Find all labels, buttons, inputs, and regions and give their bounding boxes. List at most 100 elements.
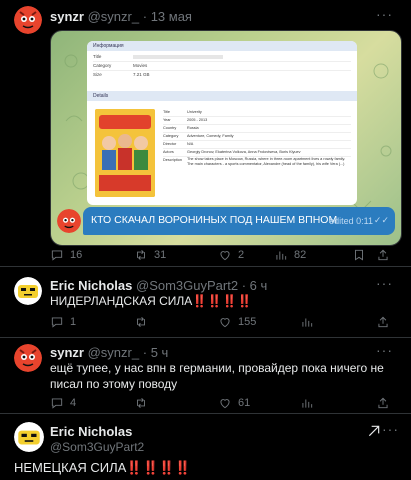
info-row: Title [93,53,351,62]
telegram-message-bubble: КТО СКАЧАЛ ВОРОНИНЫХ ПОД НАШЕМ ВПНОМ edi… [83,207,395,235]
tweet-2[interactable]: Eric Nicholas @Som3GuyPart2 · 6 ч ··· НИ… [0,267,411,337]
more-icon[interactable]: ··· [376,342,393,358]
views-button[interactable] [300,396,314,410]
details-value: Adventure, Comedy, Family [187,134,234,138]
details-table: Title Univerity Year 2005 - 2013 Country… [163,109,351,167]
details-key: Country [163,126,177,130]
info-row: Category Movies [93,62,351,71]
tweet-3[interactable]: synzr @synzr_ · 5 ч ··· ещё тупее, у нас… [0,338,411,412]
info-value: Movies [133,63,148,68]
retweet-button[interactable] [134,396,148,410]
secondary-actions [352,248,390,262]
author-name[interactable]: synzr [50,345,84,360]
retweet-icon [137,250,145,260]
info-card-header: Информация [87,41,357,51]
details-value: Univerity [187,110,202,114]
details-key: Title [163,110,171,114]
retweet-button[interactable]: 31 [134,248,166,262]
author-name[interactable]: synzr [50,9,84,24]
poster-image [95,109,155,197]
details-row: Title Univerity [163,109,351,117]
author-name[interactable]: Eric Nicholas [50,278,132,293]
avatar-image [57,209,81,233]
telegram-message-text: КТО СКАЧАЛ ВОРОНИНЫХ ПОД НАШЕМ ВПНОМ [91,214,338,226]
author-handle[interactable]: @Som3GuyPart2 [50,440,144,454]
more-icon[interactable]: ··· [376,275,393,291]
info-key: Category [93,63,112,68]
tweet-date[interactable]: 13 мая [151,9,192,24]
details-row: Description The show takes place in Mosc… [163,157,351,167]
like-button[interactable]: 2 [218,248,244,262]
details-key: Director [163,142,177,146]
share-icon[interactable] [376,315,390,329]
telegram-photo: Информация Title Category Movies Size 7.… [87,41,357,205]
avatar[interactable] [14,422,44,452]
details-value: N/A [187,142,194,146]
like-count: 155 [238,316,257,328]
reply-button[interactable]: 16 [50,248,82,262]
tweet-date[interactable]: 6 ч [250,278,268,293]
avatar[interactable] [14,344,42,372]
more-icon[interactable]: ··· [376,6,393,22]
avatar-image [14,277,42,305]
details-row: Year 2005 - 2013 [163,117,351,125]
author-handle[interactable]: @synzr_ [88,345,140,360]
tweet-date[interactable]: 5 ч [151,345,169,360]
like-count: 2 [238,249,245,261]
share-icon[interactable] [376,248,390,262]
reply-icon [51,398,63,409]
more-icon[interactable]: ··· [382,421,399,437]
separator: · [142,9,148,24]
reply-icon [51,250,63,261]
reply-icon [51,317,63,328]
details-value: 2005 - 2013 [187,118,208,122]
avatar-image [14,422,44,452]
details-value: Georgiy Dronov, Ekaterina Volkova, Anna … [187,150,301,154]
reply-count: 4 [70,397,77,409]
reply-count: 16 [70,249,83,261]
details-key: Description [163,158,182,162]
tweet-actions: 16 31 2 82 [50,248,390,264]
tweet-media[interactable]: Информация Title Category Movies Size 7.… [50,30,402,246]
read-check-icon: ✓✓ [373,215,389,225]
heart-icon [220,251,230,261]
details-row: Actors Georgiy Dronov, Ekaterina Volkova… [163,149,351,157]
bookmark-icon[interactable] [352,248,366,262]
views-icon [302,318,313,327]
grok-icon[interactable] [367,424,381,438]
tweet-actions: 1 155 [50,315,390,331]
views-count: 82 [294,249,307,261]
tweet-text: ещё тупее, у нас впн в германии, провайд… [50,361,384,391]
avatar[interactable] [14,6,42,34]
tweet-header: synzr @synzr_ · 13 мая [50,9,192,24]
share-icon[interactable] [376,396,390,410]
author-handle[interactable]: @Som3GuyPart2 [136,278,238,293]
tweet-text: НИДЕРЛАНДСКАЯ СИЛА‼️‼️‼️‼️ [50,294,253,308]
retweet-count: 31 [154,249,167,261]
info-key: Title [93,54,102,59]
like-button[interactable]: 155 [218,315,256,329]
tweet-actions: 4 61 [50,396,390,412]
secondary-actions [376,315,390,329]
reply-button[interactable]: 1 [50,315,76,329]
author-handle[interactable]: @synzr_ [88,9,140,24]
like-button[interactable]: 61 [218,396,250,410]
retweet-icon [137,398,145,408]
heart-icon [220,318,230,328]
tweet-1[interactable]: synzr @synzr_ · 13 мая ··· Информация Ti… [0,0,411,265]
avatar-image [14,6,42,34]
retweet-button[interactable] [134,315,148,329]
details-value: The show takes place in Moscow, Russia, … [187,157,346,166]
author-name[interactable]: Eric Nicholas [50,424,144,439]
reply-button[interactable]: 4 [50,396,76,410]
avatar-image [14,344,42,372]
separator: · [142,345,148,360]
details-key: Actors [163,150,174,154]
separator: · [241,278,247,293]
info-value-placeholder [133,55,223,59]
views-button[interactable]: 82 [274,248,306,262]
telegram-sender-avatar [57,209,81,233]
avatar[interactable] [14,277,42,305]
views-button[interactable] [300,315,314,329]
tweet-4[interactable]: Eric Nicholas @Som3GuyPart2 ··· НЕМЕЦКАЯ… [0,414,411,480]
